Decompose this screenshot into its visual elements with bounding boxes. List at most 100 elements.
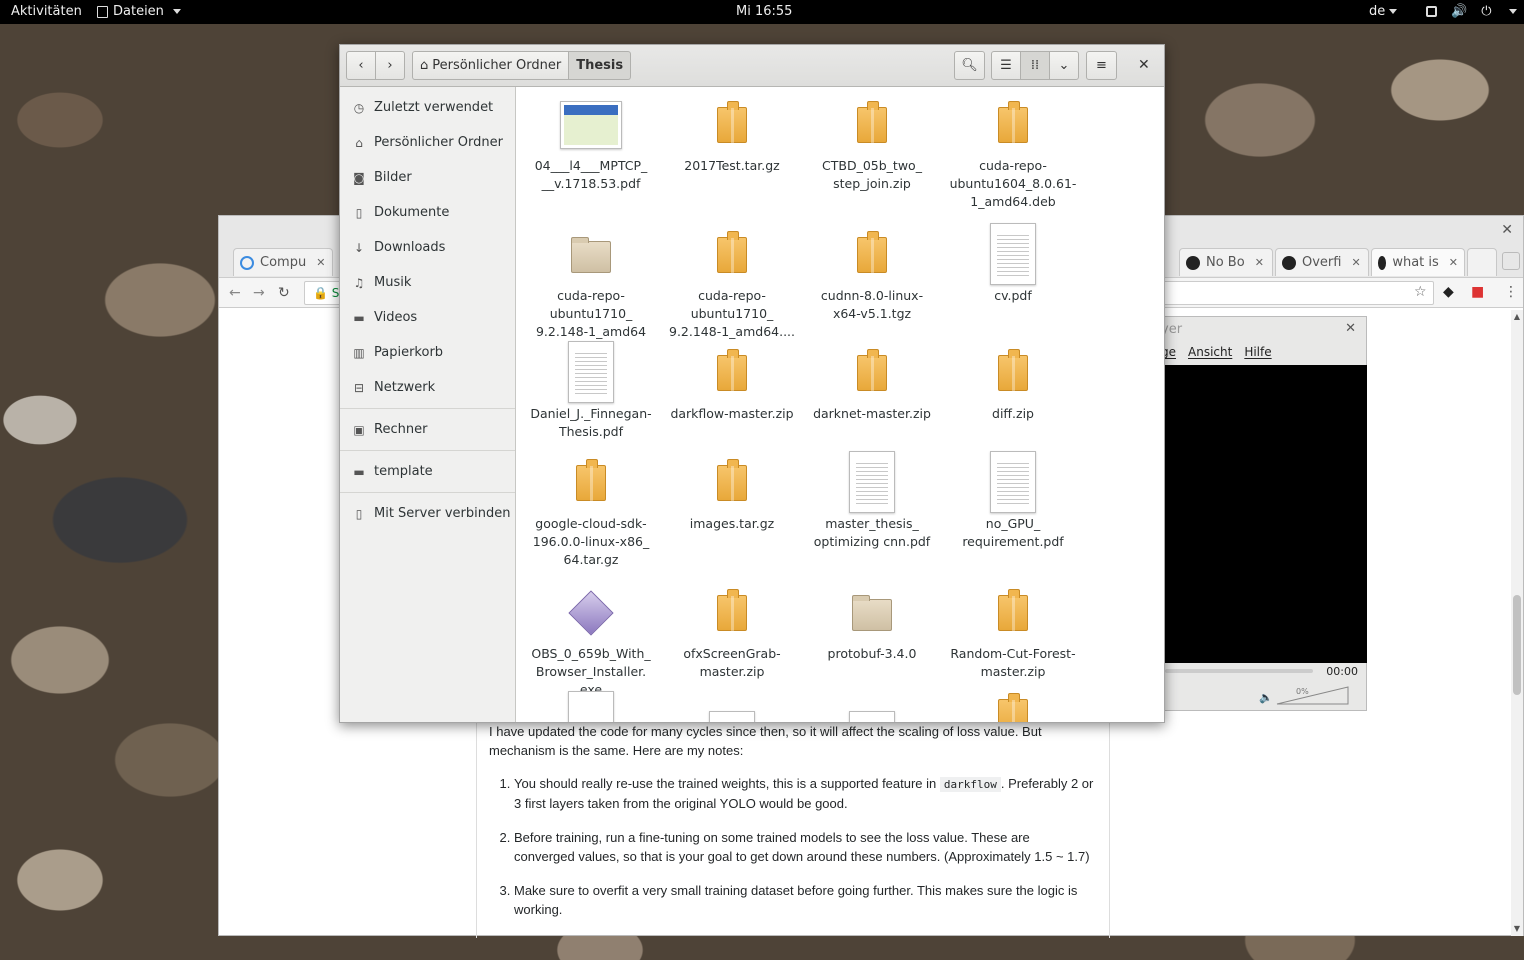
sidebar-item-computer[interactable]: ▣ Rechner	[340, 412, 515, 447]
file-grid[interactable]: 04___l4___MPTCP_ __v.1718.53.pdf 2017Test.…	[517, 87, 1164, 722]
tab-close-icon[interactable]: ✕	[316, 256, 325, 269]
tab-label: No Bo	[1206, 255, 1245, 270]
tab-close-icon[interactable]: ✕	[1255, 256, 1264, 269]
tab-close-icon[interactable]: ✕	[1449, 256, 1458, 269]
file-item[interactable]: cudnn-8.0-linux-x64-v5.1.tgz	[802, 223, 942, 323]
file-item-partial[interactable]	[943, 693, 1083, 722]
clock[interactable]: Mi 16:55	[736, 4, 792, 19]
reload-icon[interactable]: ↻	[278, 285, 290, 301]
file-item[interactable]: protobuf-3.4.0	[802, 581, 942, 663]
sidebar-item-downloads[interactable]: ↓ Downloads	[340, 230, 515, 265]
browser-close-icon[interactable]: ✕	[1501, 222, 1513, 238]
file-item[interactable]: 2017Test.tar.gz	[662, 93, 802, 175]
new-tab-button[interactable]	[1467, 248, 1497, 276]
extension-red-icon[interactable]: ■	[1471, 284, 1484, 300]
file-item[interactable]: no_GPU_ requirement.pdf	[943, 451, 1083, 551]
sidebar-item-connect-server[interactable]: ▯ Mit Server verbinden	[340, 496, 515, 531]
file-item[interactable]: CTBD_05b_two_ step_join.zip	[802, 93, 942, 193]
video-area[interactable]	[1165, 365, 1367, 663]
forward-button[interactable]: ›	[375, 51, 405, 80]
speaker-icon[interactable]: 🔈	[1259, 691, 1273, 704]
menu-item-ansicht[interactable]: Ansicht	[1188, 345, 1232, 364]
server-icon: ▯	[355, 506, 363, 521]
file-item-partial[interactable]	[662, 711, 802, 722]
extension-icon[interactable]: ◆	[1443, 284, 1454, 300]
browser-menu-icon[interactable]: ⋮	[1504, 284, 1518, 300]
grid-view-button[interactable]: ⁞⁞	[1020, 51, 1050, 80]
sidebar-item-pictures[interactable]: ◙ Bilder	[340, 160, 515, 195]
file-item[interactable]: Daniel_J._Finnegan- Thesis.pdf	[521, 341, 661, 441]
seek-bar[interactable]	[1165, 669, 1313, 673]
file-item[interactable]: ofxScreenGrab-master.zip	[662, 581, 802, 681]
view-options-button[interactable]: ⌄	[1049, 51, 1079, 80]
search-button[interactable]: 🔍︎	[954, 51, 985, 80]
file-item[interactable]: darkflow-master.zip	[662, 341, 802, 423]
file-name-line: cuda-repo-	[979, 158, 1047, 173]
chevron-left-icon: ‹	[358, 58, 364, 73]
scroll-up-icon[interactable]: ▲	[1514, 312, 1520, 321]
sidebar-item-trash[interactable]: ▥ Papierkorb	[340, 335, 515, 370]
scroll-down-icon[interactable]: ▼	[1514, 924, 1520, 933]
bookmark-star-icon[interactable]: ☆	[1414, 284, 1427, 300]
files-headerbar[interactable]: ‹ › ⌂ Persönlicher Ordner Thesis 🔍︎ ☰ ⁞⁞…	[340, 45, 1164, 87]
browser-tab-active[interactable]: what is ✕	[1371, 248, 1465, 276]
breadcrumb-home[interactable]: ⌂ Persönlicher Ordner	[412, 51, 570, 80]
file-item[interactable]: master_thesis_ optimizing cnn.pdf	[802, 451, 942, 551]
app-menu-button[interactable]: Dateien	[97, 4, 181, 19]
list-view-button[interactable]: ☰	[991, 51, 1021, 80]
player-titlebar[interactable]: yer ✕	[1149, 317, 1366, 342]
back-button[interactable]: ‹	[346, 51, 376, 80]
document-icon: ▯	[355, 205, 363, 220]
file-item[interactable]: diff.zip	[943, 341, 1083, 423]
sidebar-item-template[interactable]: ▬ template	[340, 454, 515, 489]
file-item[interactable]: cuda-repo-ubuntu1604_8.0.61- 1_amd64.deb	[943, 93, 1083, 211]
file-name-line: cudnn-8.0-linux-	[820, 288, 924, 303]
file-name-line: cuda-repo-	[557, 288, 625, 303]
file-item-partial[interactable]	[802, 711, 942, 722]
file-icon-holder	[662, 581, 802, 645]
file-item[interactable]: cuda-repo-ubuntu1710_ 9.2.148-1_amd64	[521, 223, 661, 341]
file-item[interactable]: OBS_0_659b_With_ Browser_Installer. exe	[521, 581, 661, 699]
file-item[interactable]: cuda-repo-ubuntu1710_ 9.2.148-1_amd64....	[662, 223, 802, 341]
sidebar-item-network[interactable]: ⊟ Netzwerk	[340, 370, 515, 405]
file-item[interactable]: images.tar.gz	[662, 451, 802, 533]
video-player-window[interactable]: yer ✕ ge Ansicht Hilfe 00:00 🔈 0%	[1148, 316, 1367, 711]
file-name-line: optimizing cnn.pdf	[813, 534, 931, 549]
back-arrow-icon[interactable]: ←	[229, 285, 241, 301]
sidebar-item-music[interactable]: ♫ Musik	[340, 265, 515, 300]
page-scrollbar[interactable]	[1511, 310, 1523, 936]
file-item-partial[interactable]	[521, 691, 661, 722]
file-item[interactable]: darknet-master.zip	[802, 341, 942, 423]
sidebar-item-label: Persönlicher Ordner	[374, 135, 503, 150]
player-close-icon[interactable]: ✕	[1345, 321, 1356, 336]
sidebar-item-videos[interactable]: ▬ Videos	[340, 300, 515, 335]
sidebar-item-recent[interactable]: ◷ Zuletzt verwendet	[340, 90, 515, 125]
note-item: You should really re-use the trained wei…	[514, 774, 1094, 813]
file-name-line: ubuntu1710_	[549, 306, 633, 321]
file-name-line: 196.0.0-linux-x86_	[532, 534, 650, 549]
sidebar-item-documents[interactable]: ▯ Dokumente	[340, 195, 515, 230]
breadcrumb-current[interactable]: Thesis	[569, 51, 632, 80]
file-item[interactable]: Random-Cut-Forest-master.zip	[943, 581, 1083, 681]
activities-button[interactable]: Aktivitäten	[11, 4, 82, 19]
close-icon[interactable]: ✕	[1138, 57, 1150, 73]
menu-item-hilfe[interactable]: Hilfe	[1244, 345, 1271, 364]
system-tray[interactable]: 🔊 ⏻	[1426, 4, 1517, 19]
scrollbar-thumb[interactable]	[1513, 595, 1521, 695]
forward-arrow-icon[interactable]: →	[253, 285, 265, 301]
browser-tab[interactable]: No Bo ✕	[1179, 248, 1273, 276]
file-icon-holder	[943, 341, 1083, 405]
browser-tab[interactable]: Overfi ✕	[1275, 248, 1369, 276]
tab-label: Overfi	[1302, 255, 1342, 270]
file-item[interactable]: cv.pdf	[943, 223, 1083, 305]
browser-tab[interactable]: Compu ✕	[233, 248, 333, 276]
language-indicator[interactable]: de	[1369, 4, 1397, 19]
file-item[interactable]: 04___l4___MPTCP_ __v.1718.53.pdf	[521, 93, 661, 193]
profile-icon[interactable]	[1502, 252, 1520, 270]
tab-close-icon[interactable]: ✕	[1351, 256, 1360, 269]
sidebar-item-home[interactable]: ⌂ Persönlicher Ordner	[340, 125, 515, 160]
volume-slider[interactable]	[1275, 685, 1350, 705]
file-item[interactable]: google-cloud-sdk- 196.0.0-linux-x86_ 64.ta…	[521, 451, 661, 569]
files-window[interactable]: ‹ › ⌂ Persönlicher Ordner Thesis 🔍︎ ☰ ⁞⁞…	[339, 44, 1165, 723]
menu-button[interactable]: ≡	[1086, 51, 1117, 80]
